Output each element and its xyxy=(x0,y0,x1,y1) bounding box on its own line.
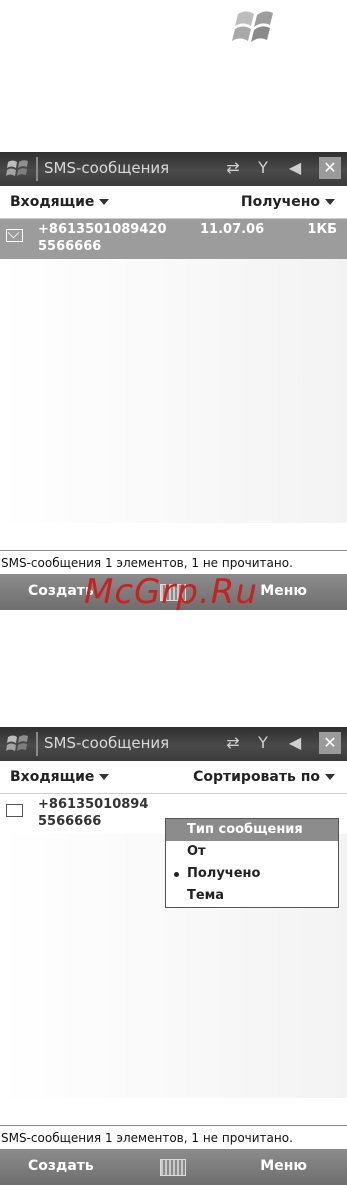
folder-dropdown[interactable]: Входящие xyxy=(10,769,110,785)
folder-label: Входящие xyxy=(10,194,95,210)
message-preview: 5566666 xyxy=(38,239,102,254)
status-text: SMS-сообщения 1 элементов, 1 не прочитан… xyxy=(0,1125,347,1148)
selected-bullet-icon xyxy=(174,872,179,877)
create-button[interactable]: Создать xyxy=(28,1158,94,1174)
message-row[interactable]: +8613501089420 11.07.06 1КБ 5566666 xyxy=(0,219,347,259)
window-title: SMS-сообщения xyxy=(44,734,170,752)
menu-item-subject[interactable]: Тема xyxy=(166,885,338,907)
message-sender: +8613501089420 xyxy=(38,222,167,237)
windows-flag-icon xyxy=(232,11,273,42)
status-label: SMS-сообщения 1 элементов, 1 не прочитан… xyxy=(1,556,293,570)
list-header: Входящие Сортировать по xyxy=(0,761,347,794)
sync-icon[interactable]: ⇄ xyxy=(222,158,244,180)
signal-icon[interactable]: Y xyxy=(254,158,272,180)
window-title: SMS-сообщения xyxy=(44,159,170,177)
sort-label: Сортировать по xyxy=(193,769,320,785)
menu-item-from[interactable]: От xyxy=(166,841,338,863)
title-bar: SMS-сообщения ⇄ Y ◀︎ ✕ xyxy=(0,727,347,761)
chevron-down-icon xyxy=(325,199,335,205)
message-preview: 5566666 xyxy=(38,814,102,829)
status-text: SMS-сообщения 1 элементов, 1 не прочитан… xyxy=(0,550,347,573)
title-bar: SMS-сообщения ⇄ Y ◀︎ ✕ xyxy=(0,152,347,186)
menu-button[interactable]: Меню xyxy=(260,583,307,599)
title-separator xyxy=(36,157,38,181)
title-separator xyxy=(36,732,38,756)
keyboard-icon[interactable] xyxy=(160,1159,186,1176)
sort-dropdown[interactable]: Получено xyxy=(241,194,335,210)
sms-inbox-sort-menu-screen: SMS-сообщения ⇄ Y ◀︎ ✕ Входящие Сортиров… xyxy=(0,727,347,1185)
sort-label: Получено xyxy=(240,194,320,210)
chevron-down-icon xyxy=(99,774,110,780)
message-size: 1КБ xyxy=(307,222,337,237)
signal-icon[interactable]: Y xyxy=(254,733,272,755)
sort-menu: Тип сообщения От Получено Тема xyxy=(165,818,339,908)
close-icon[interactable]: ✕ xyxy=(319,157,341,179)
envelope-icon xyxy=(6,229,23,242)
sms-inbox-screen: SMS-сообщения ⇄ Y ◀︎ ✕ Входящие Получено… xyxy=(0,152,347,612)
chevron-down-icon xyxy=(99,199,110,205)
menu-button[interactable]: Меню xyxy=(260,1158,307,1174)
close-icon[interactable]: ✕ xyxy=(319,732,341,754)
menu-item-received[interactable]: Получено xyxy=(166,863,338,885)
message-sender: +86135010894 xyxy=(38,797,149,812)
soft-key-bar: Создать Меню xyxy=(0,1149,347,1185)
folder-label: Входящие xyxy=(10,769,95,785)
watermark: McGrp.Ru xyxy=(84,572,258,612)
list-header: Входящие Получено xyxy=(0,186,347,219)
sort-dropdown[interactable]: Сортировать по xyxy=(193,769,335,785)
envelope-icon xyxy=(6,804,23,817)
sync-icon[interactable]: ⇄ xyxy=(222,733,244,755)
menu-item-message-type[interactable]: Тип сообщения xyxy=(166,819,338,841)
folder-dropdown[interactable]: Входящие xyxy=(10,194,110,210)
start-menu-icon[interactable] xyxy=(5,731,33,757)
status-label: SMS-сообщения 1 элементов, 1 не прочитан… xyxy=(1,1131,293,1145)
volume-icon[interactable]: ◀︎ xyxy=(284,733,306,755)
volume-icon[interactable]: ◀︎ xyxy=(284,158,306,180)
message-date: 11.07.06 xyxy=(200,222,265,237)
chevron-down-icon xyxy=(325,774,335,780)
message-list-area xyxy=(0,259,347,523)
start-menu-icon[interactable] xyxy=(5,156,33,182)
